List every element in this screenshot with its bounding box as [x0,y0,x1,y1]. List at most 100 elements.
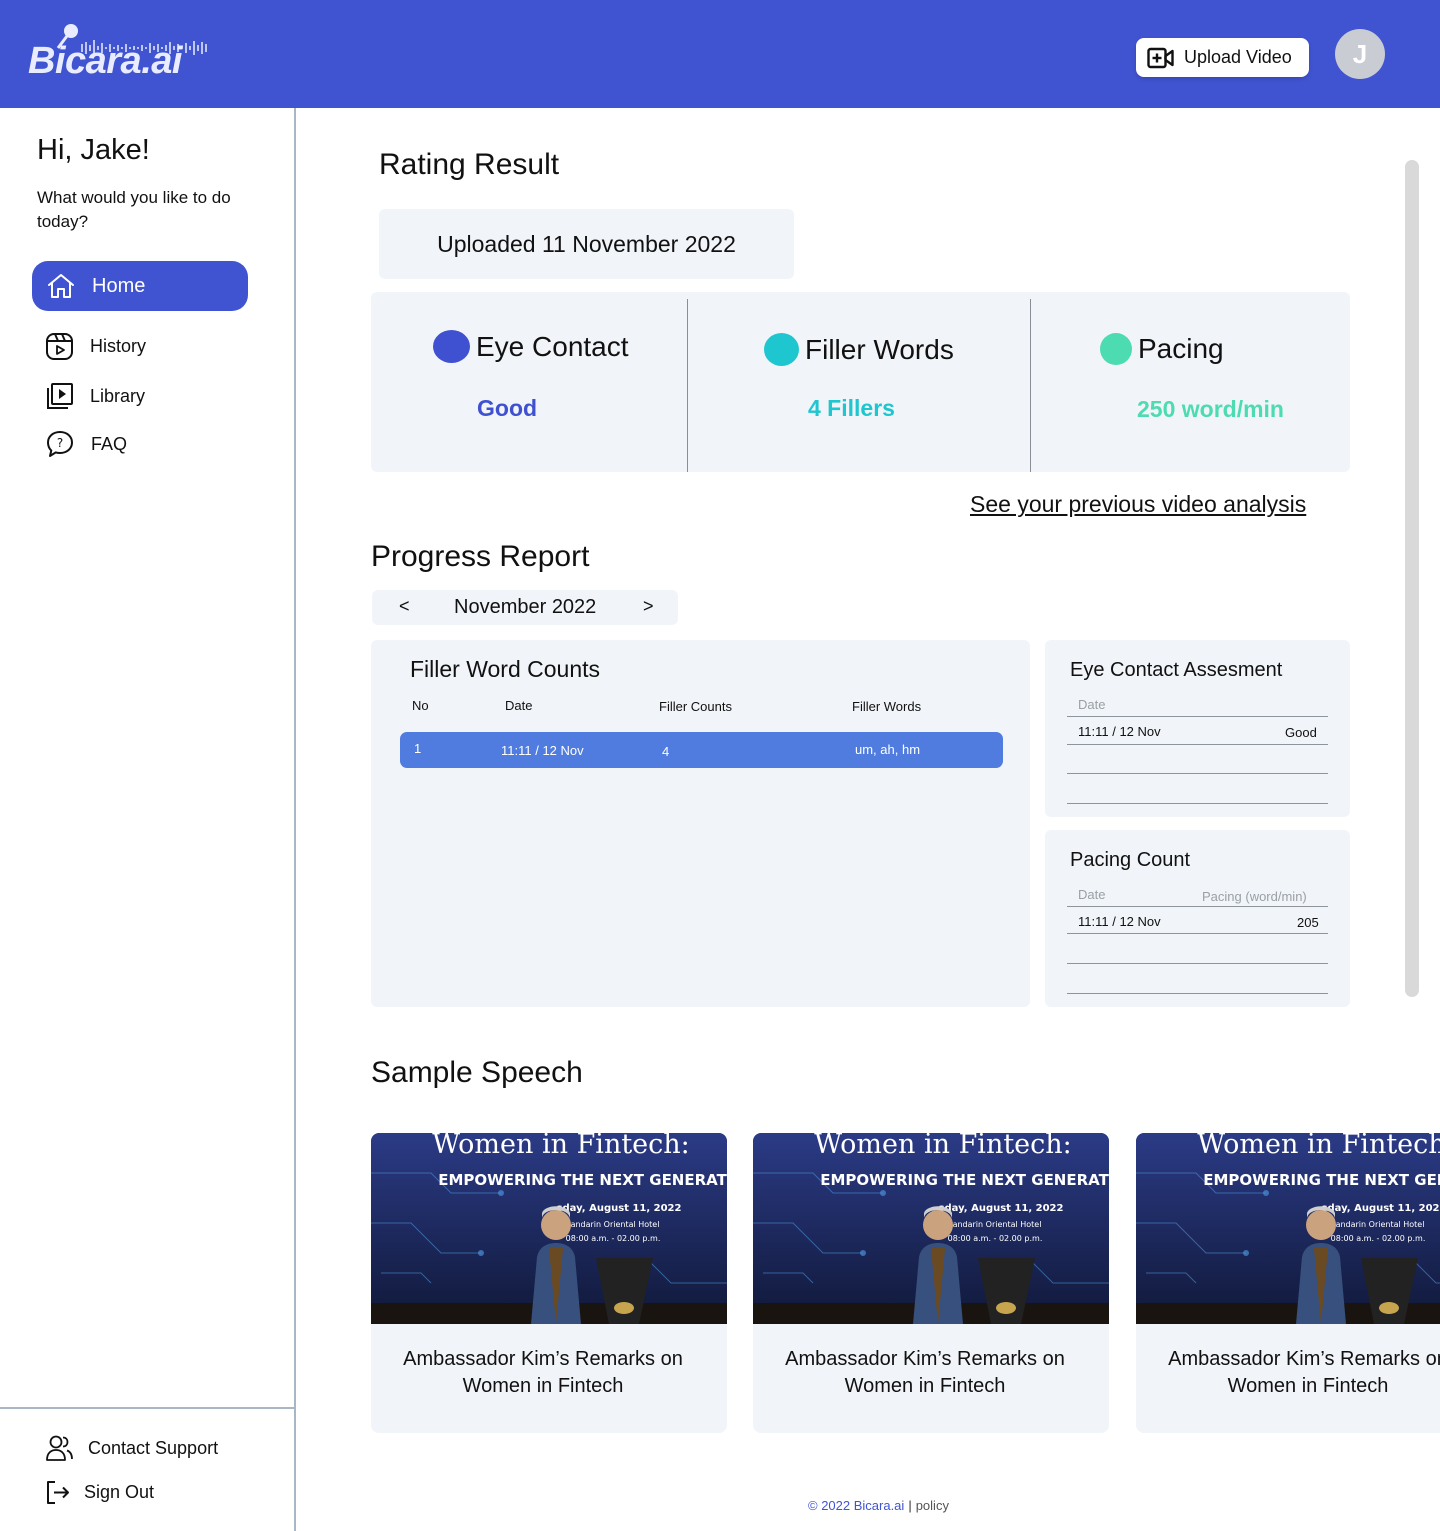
greeting-prompt: What would you like to do today? [37,188,231,231]
filler-words-metric: Filler Words [764,333,954,366]
video-thumbnail: Women in Fintech: EMPOWERING THE NEXT GE… [753,1133,1109,1324]
video-thumbnail: Women in Fintech: EMPOWERING THE NEXT GE… [371,1133,727,1324]
speaker-thumbnail-image: Women in Fintech: EMPOWERING THE NEXT GE… [1136,1133,1440,1324]
row-value: Good [1285,725,1317,740]
copyright: © 2022 Bicara.ai [808,1498,905,1513]
row-date: 11:11 / 12 Nov [1078,914,1161,929]
row-value: 205 [1297,915,1319,930]
row-divider [1067,773,1328,774]
sample-speech-title: Ambassador Kim’s Remarks on Women in Fin… [785,1348,1065,1397]
sample-speech-card[interactable]: Women in Fintech: EMPOWERING THE NEXT GE… [753,1133,1109,1433]
thumb-date: sday, August 11, 2022 [557,1203,682,1214]
sidebar-item-label: FAQ [91,433,128,454]
sidebar-item-label: Library [90,386,146,406]
sample-speech-title: Sample Speech [371,1056,583,1089]
thumb-time: 08:00 a.m. - 02.00 p.m. [566,1234,661,1243]
row-date: 11:11 / 12 Nov [1078,724,1161,739]
column-header: Date [1078,887,1106,902]
rating-result-title: Rating Result [379,148,560,181]
upload-video-label: Upload Video [1184,47,1292,67]
thumb-date: sday, August 11, 2022 [939,1203,1064,1214]
sample-speech-title: Ambassador Kim’s Remarks on Women in Fin… [403,1348,683,1397]
eye-contact-metric: Eye Contact [433,330,629,363]
month-label: November 2022 [454,596,597,618]
sample-speech-card[interactable]: Women in Fintech: EMPOWERING THE NEXT GE… [1136,1133,1440,1433]
column-header: No [412,698,429,713]
contact-support-icon [46,1435,73,1461]
column-header: Filler Counts [659,699,732,714]
prev-month-button[interactable]: < [399,596,410,617]
pacing-dot [1100,333,1132,365]
policy-link[interactable]: policy [916,1498,949,1513]
upload-video-button[interactable]: Upload Video [1136,38,1309,77]
avatar[interactable]: J [1335,29,1385,79]
video-add-icon [1147,47,1174,68]
svg-text:?: ? [57,436,63,450]
metric-name: Filler Words [805,333,954,365]
sidebar-divider [0,1407,294,1409]
thumb-date: sday, August 11, 2022 [1322,1203,1440,1214]
metric-name: Pacing [1138,333,1224,364]
thumb-subheading: EMPOWERING THE NEXT GENERATION [820,1171,1109,1189]
sidebar-item-faq[interactable]: ? FAQ [45,429,127,459]
sidebar-item-library[interactable]: Library [45,382,145,411]
sidebar-item-label: History [90,336,147,356]
thumb-venue: andarin Oriental Hotel [953,1220,1042,1229]
footer: © 2022 Bicara.ai | policy [808,1498,949,1513]
pacing-count-panel: Pacing Count Date Pacing (word/min) 11:1… [1045,830,1350,1007]
thumb-subheading: EMPOWERING THE NEXT GENERATION [1203,1171,1440,1189]
greeting: Hi, Jake! [37,134,150,166]
month-selector: < November 2022 > [372,590,678,625]
sample-speech-title: Ambassador Kim’s Remarks on Women in Fin… [1168,1348,1440,1397]
top-bar: Bicara.ai Upload Video J [0,0,1440,108]
bicara-logo[interactable]: Bicara.ai [28,22,218,84]
filler-word-counts-panel: Filler Word Counts No Date Filler Counts… [371,640,1030,1007]
sidebar-item-history[interactable]: History [45,332,146,361]
video-thumbnail: Women in Fintech: EMPOWERING THE NEXT GE… [1136,1133,1440,1324]
speaker-thumbnail-image: Women in Fintech: EMPOWERING THE NEXT GE… [371,1133,727,1324]
metrics-divider [1030,299,1031,472]
row-words: um, ah, hm [855,742,921,757]
row-divider [1067,963,1328,964]
contact-support-button[interactable]: Contact Support [45,1434,218,1462]
thumb-subheading: EMPOWERING THE NEXT GENERATION [438,1171,727,1189]
filler-words-dot [764,333,799,366]
column-header: Filler Words [852,699,922,714]
thumb-venue: andarin Oriental Hotel [1336,1220,1425,1229]
column-header: Date [505,698,533,713]
sidebar-item-label: Home [92,274,146,297]
row-divider [1067,744,1328,745]
row-no: 1 [414,741,422,756]
history-icon [46,333,73,360]
row-divider [1067,933,1328,934]
thumb-heading: Women in Fintech: [814,1133,1072,1160]
column-header: Pacing (word/min) [1202,889,1307,904]
panel-title: Filler Word Counts [410,656,601,682]
faq-icon: ? [47,431,73,457]
footer-separator: | [908,1498,912,1513]
contact-support-label: Contact Support [88,1437,219,1458]
table-row[interactable]: 1 11:11 / 12 Nov 4 um, ah, hm [400,732,1003,768]
pacing-metric: Pacing [1100,333,1224,365]
scrollbar[interactable] [1405,160,1419,997]
logo-text: Bicara.ai [28,40,182,82]
previous-analysis-link[interactable]: See your previous video analysis [970,491,1306,518]
uploaded-date: Uploaded 11 November 2022 [379,209,794,279]
metric-name: Eye Contact [476,330,629,362]
sample-speech-card[interactable]: Women in Fintech: EMPOWERING THE NEXT GE… [371,1133,727,1433]
thumb-heading: Women in Fintech: [432,1133,690,1160]
sign-out-button[interactable]: Sign Out [45,1480,154,1505]
eye-contact-assessment-panel: Eye Contact Assesment Date 11:11 / 12 No… [1045,640,1350,817]
row-count: 4 [662,744,670,759]
filler-words-value: 4 Fillers [808,395,895,421]
thumb-time: 08:00 a.m. - 02.00 p.m. [1331,1234,1426,1243]
metrics-divider [687,299,688,472]
eye-contact-value: Good [477,395,538,421]
next-month-button[interactable]: > [643,596,654,617]
sign-out-label: Sign Out [84,1482,155,1502]
eye-contact-dot [433,330,470,363]
sidebar-item-home[interactable]: Home [32,261,248,311]
sign-out-icon [47,1481,69,1504]
pacing-value: 250 word/min [1137,396,1284,422]
library-icon [47,383,73,409]
